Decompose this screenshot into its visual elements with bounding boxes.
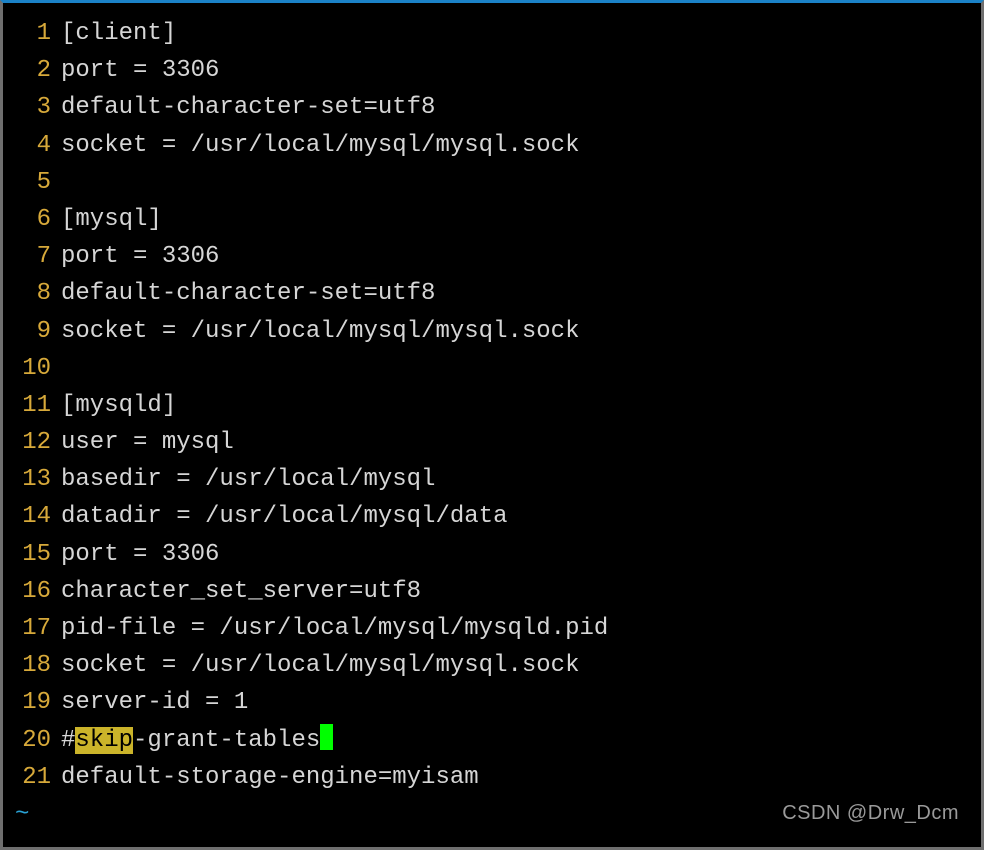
search-highlight: skip [75, 727, 133, 754]
code-line: 9 socket = /usr/local/mysql/mysql.sock [3, 313, 981, 350]
line-number: 7 [3, 238, 61, 275]
code-line: 15 port = 3306 [3, 536, 981, 573]
code-line: 18 socket = /usr/local/mysql/mysql.sock [3, 647, 981, 684]
code-text: character_set_server=utf8 [61, 573, 421, 610]
line-number: 20 [3, 722, 61, 759]
code-line: 2 port = 3306 [3, 52, 981, 89]
code-line: 14 datadir = /usr/local/mysql/data [3, 498, 981, 535]
line-number: 13 [3, 461, 61, 498]
code-line: 17 pid-file = /usr/local/mysql/mysqld.pi… [3, 610, 981, 647]
line-number: 14 [3, 498, 61, 535]
code-line: 11 [mysqld] [3, 387, 981, 424]
code-text: default-storage-engine=myisam [61, 759, 479, 796]
code-text: default-character-set=utf8 [61, 89, 435, 126]
code-line: 8 default-character-set=utf8 [3, 275, 981, 312]
editor-window: 1 [client] 2 port = 3306 3 default-chara… [0, 0, 984, 850]
line-number: 19 [3, 684, 61, 721]
code-text: default-character-set=utf8 [61, 275, 435, 312]
code-text: port = 3306 [61, 52, 219, 89]
code-line: 13 basedir = /usr/local/mysql [3, 461, 981, 498]
line-number: 5 [3, 164, 61, 201]
code-seg-pre: # [61, 727, 75, 754]
line-number: 18 [3, 647, 61, 684]
line-number: 15 [3, 536, 61, 573]
code-text: [mysql] [61, 201, 162, 238]
code-text: [mysqld] [61, 387, 176, 424]
line-number: 12 [3, 424, 61, 461]
code-line: 12 user = mysql [3, 424, 981, 461]
code-text: port = 3306 [61, 238, 219, 275]
line-number: 17 [3, 610, 61, 647]
code-text: socket = /usr/local/mysql/mysql.sock [61, 313, 579, 350]
code-line: 4 socket = /usr/local/mysql/mysql.sock [3, 127, 981, 164]
line-number: 8 [3, 275, 61, 312]
code-line-active: 20 #skip-grant-tables [3, 722, 981, 759]
code-line: 21 default-storage-engine=myisam [3, 759, 981, 796]
code-text: pid-file = /usr/local/mysql/mysqld.pid [61, 610, 608, 647]
line-number: 1 [3, 15, 61, 52]
code-text: basedir = /usr/local/mysql [61, 461, 435, 498]
code-text: #skip-grant-tables [61, 722, 333, 759]
code-line: 1 [client] [3, 15, 981, 52]
line-number: 3 [3, 89, 61, 126]
line-number: 4 [3, 127, 61, 164]
code-text: port = 3306 [61, 536, 219, 573]
code-text: [client] [61, 15, 176, 52]
code-line: 5 [3, 164, 981, 201]
code-text: datadir = /usr/local/mysql/data [61, 498, 507, 535]
code-line: 19 server-id = 1 [3, 684, 981, 721]
code-line: 16 character_set_server=utf8 [3, 573, 981, 610]
line-number: 2 [3, 52, 61, 89]
line-number: 21 [3, 759, 61, 796]
cursor-block [320, 724, 333, 750]
line-number: 9 [3, 313, 61, 350]
code-line: 7 port = 3306 [3, 238, 981, 275]
code-text: socket = /usr/local/mysql/mysql.sock [61, 647, 579, 684]
line-number: 16 [3, 573, 61, 610]
code-text: server-id = 1 [61, 684, 248, 721]
line-number: 10 [3, 350, 61, 387]
code-text: socket = /usr/local/mysql/mysql.sock [61, 127, 579, 164]
code-seg-post: -grant-tables [133, 727, 320, 754]
code-line: 3 default-character-set=utf8 [3, 89, 981, 126]
code-line: 10 [3, 350, 981, 387]
window-top-border [3, 3, 981, 7]
code-text: user = mysql [61, 424, 234, 461]
watermark-text: CSDN @Drw_Dcm [782, 802, 959, 825]
code-editor[interactable]: 1 [client] 2 port = 3306 3 default-chara… [3, 7, 981, 833]
line-number: 6 [3, 201, 61, 238]
line-number: 11 [3, 387, 61, 424]
code-line: 6 [mysql] [3, 201, 981, 238]
